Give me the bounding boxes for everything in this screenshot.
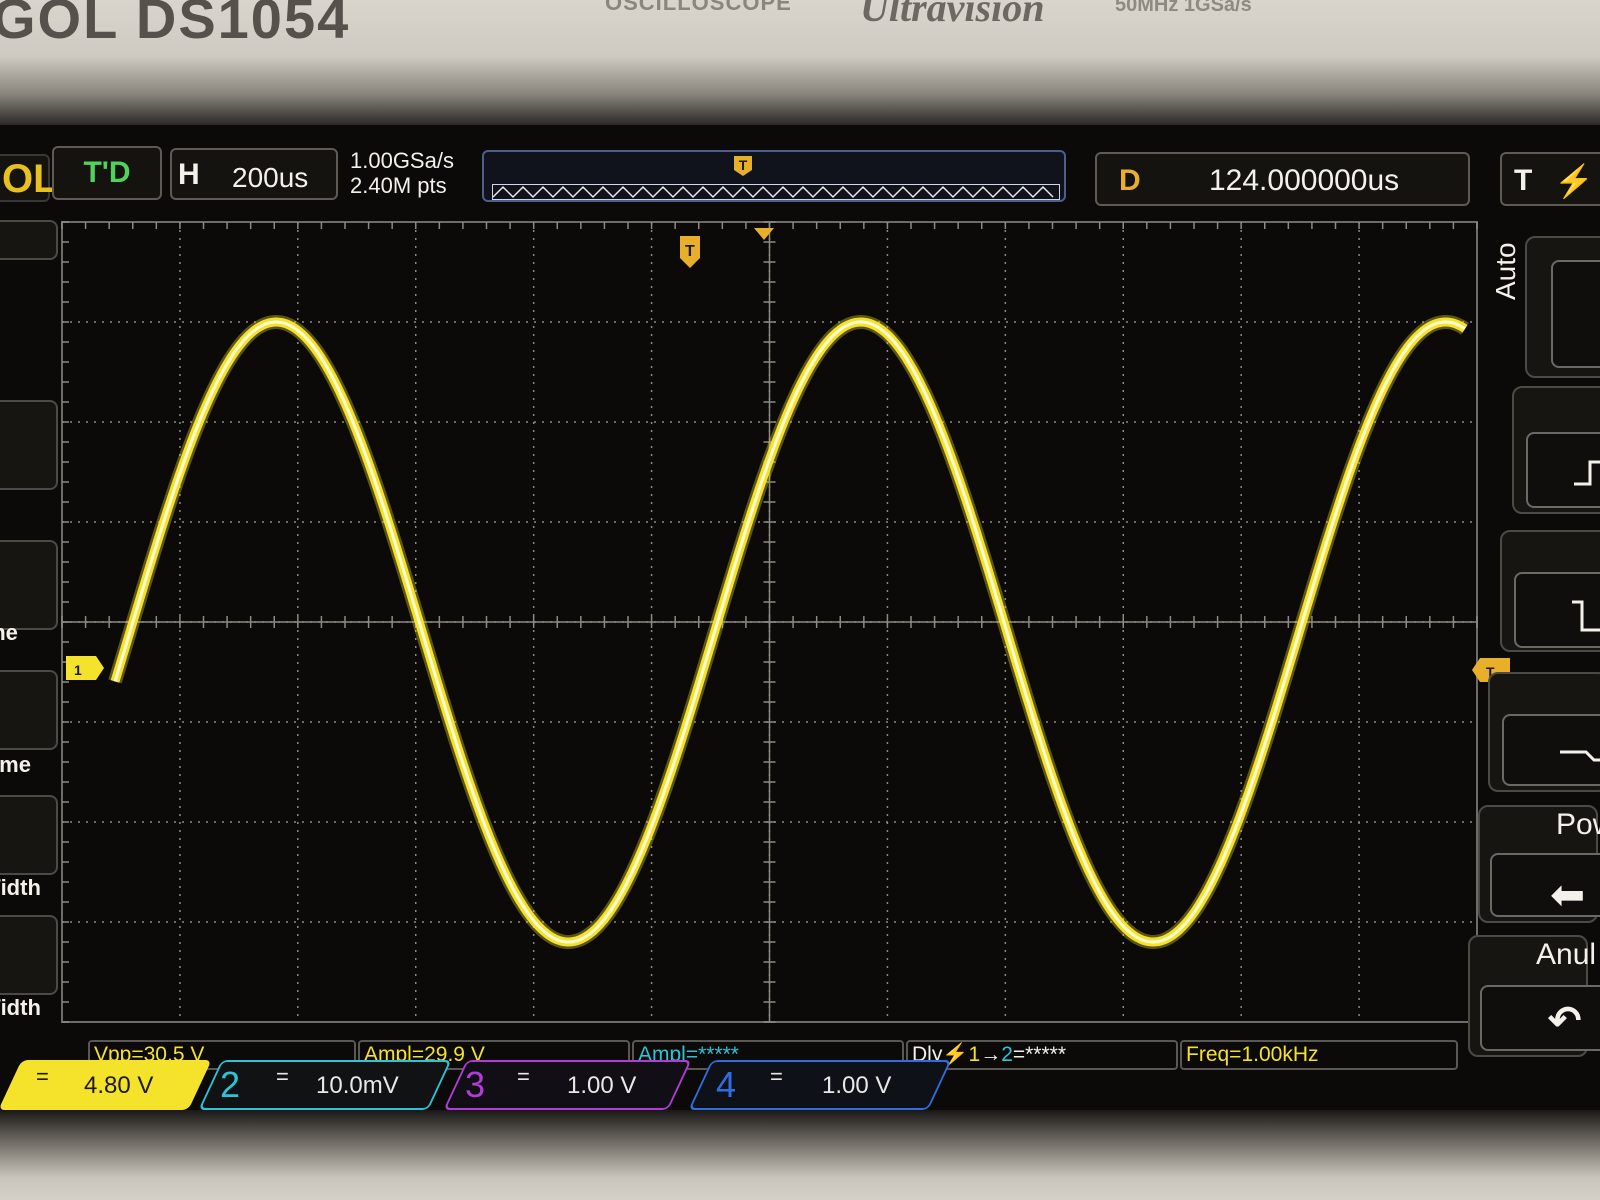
left-label-pos-width: Width bbox=[0, 875, 41, 900]
ch2-number: 2 bbox=[220, 1064, 241, 1105]
auto-label: Auto bbox=[1490, 242, 1521, 300]
left-label-rise-time: ime bbox=[0, 620, 18, 645]
left-softkey-fall-time[interactable] bbox=[0, 670, 58, 750]
graticule-grid bbox=[61, 221, 1478, 1023]
ch1-trace bbox=[108, 314, 1469, 950]
right-softkey-edge-rise[interactable] bbox=[1512, 386, 1600, 514]
ch4-scale: 1.00 V bbox=[822, 1072, 892, 1099]
cancel-label: Anul bbox=[1536, 938, 1597, 971]
meas-delay-arrow: → bbox=[980, 1043, 1002, 1066]
left-label-fall-time: Time bbox=[0, 752, 31, 777]
right-softkey-edge-fall[interactable] bbox=[1500, 530, 1600, 652]
ch1-coupling: = bbox=[36, 1064, 48, 1089]
rise-edge-icon bbox=[1574, 460, 1600, 486]
channel-1-box[interactable]: = 4.80 V bbox=[0, 1060, 212, 1110]
right-softkey-auto[interactable] bbox=[1525, 236, 1600, 378]
left-softkey-0[interactable] bbox=[0, 220, 58, 260]
channel-3-box[interactable]: 3 = 1.00 V bbox=[443, 1060, 692, 1110]
back-arrow-icon: ⬅ bbox=[1550, 871, 1586, 918]
trigger-position-label: T bbox=[685, 243, 695, 260]
ch1-trace-line bbox=[110, 317, 1468, 947]
ch4-number: 4 bbox=[716, 1064, 737, 1105]
power-label: Pow bbox=[1556, 808, 1600, 841]
bottom-bezel bbox=[0, 1110, 1600, 1200]
ch2-scale: 10.0mV bbox=[316, 1072, 399, 1099]
delay-center-marker bbox=[754, 228, 774, 240]
undo-icon: ↶ bbox=[1548, 999, 1582, 1043]
left-softkey-neg-width[interactable] bbox=[0, 915, 58, 995]
fall-edge-icon bbox=[1572, 600, 1600, 632]
cancel-inner bbox=[1480, 985, 1600, 1051]
any-edge-icon bbox=[1560, 750, 1600, 762]
ch3-coupling: = bbox=[517, 1064, 529, 1089]
ch2-coupling: = bbox=[276, 1064, 288, 1089]
ch3-scale: 1.00 V bbox=[567, 1072, 637, 1099]
meas-frequency[interactable]: Freq=1.00kHz bbox=[1180, 1040, 1458, 1070]
channel-4-box[interactable]: 4 = 1.00 V bbox=[688, 1060, 952, 1110]
left-softkey-rise-time[interactable] bbox=[0, 540, 58, 630]
left-label-neg-width: Width bbox=[0, 995, 41, 1020]
ch4-coupling: = bbox=[770, 1064, 782, 1089]
meas-delay-value: =***** bbox=[1012, 1043, 1067, 1066]
right-softkey-edge-any[interactable] bbox=[1488, 672, 1600, 792]
meas-delay-ch1: 1 bbox=[968, 1043, 981, 1066]
meas-delay-ch2: 2 bbox=[1001, 1043, 1013, 1066]
auto-inner-button bbox=[1551, 260, 1600, 368]
channel-2-box[interactable]: 2 = 10.0mV bbox=[198, 1060, 452, 1110]
ch1-scale: 4.80 V bbox=[84, 1072, 154, 1099]
left-softkey-pos-width[interactable] bbox=[0, 795, 58, 875]
ch3-number: 3 bbox=[465, 1064, 486, 1105]
waveform-plot: T 1 T bbox=[61, 221, 1510, 1023]
left-soft-menu: ime Time Width Width bbox=[0, 220, 80, 1040]
left-softkey-1[interactable] bbox=[0, 400, 58, 490]
